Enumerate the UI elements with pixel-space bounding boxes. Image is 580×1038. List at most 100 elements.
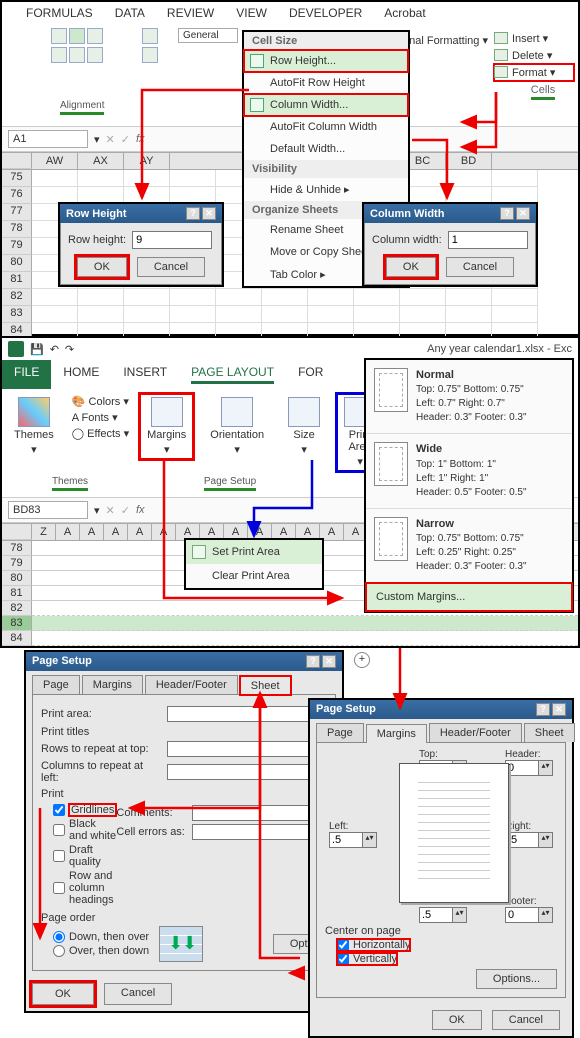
- name-box[interactable]: BD83: [8, 501, 88, 519]
- tab-sheet[interactable]: Sheet: [240, 676, 291, 695]
- help-icon[interactable]: ?: [500, 207, 514, 220]
- menu-col-width[interactable]: Column Width...: [244, 94, 408, 116]
- merge-icon[interactable]: [142, 47, 158, 63]
- tab-file[interactable]: FILE: [2, 360, 51, 389]
- col-header[interactable]: A: [104, 524, 128, 540]
- gridlines-checkbox[interactable]: [53, 804, 65, 816]
- row-header[interactable]: 82: [2, 601, 32, 616]
- close-icon[interactable]: ✕: [552, 703, 566, 716]
- align-top-icon[interactable]: [87, 47, 103, 63]
- align-bottom-icon[interactable]: [51, 47, 67, 63]
- row-header[interactable]: 76: [2, 187, 32, 204]
- rows-repeat-input[interactable]: [167, 741, 327, 757]
- row-header[interactable]: 77: [2, 204, 32, 221]
- tab-developer[interactable]: DEVELOPER: [289, 6, 362, 20]
- tab-header-footer[interactable]: Header/Footer: [429, 723, 522, 742]
- tab-margins[interactable]: Margins: [82, 675, 143, 694]
- new-sheet-icon[interactable]: +: [354, 652, 370, 668]
- set-print-area[interactable]: Set Print Area: [186, 540, 322, 564]
- align-middle-icon[interactable]: [69, 47, 85, 63]
- ok-button[interactable]: OK: [77, 257, 127, 277]
- row-header[interactable]: 75: [2, 170, 32, 187]
- margins-normal[interactable]: NormalTop: 0.75" Bottom: 0.75"Left: 0.7"…: [366, 360, 572, 434]
- tab-formulas-trunc[interactable]: FOR: [286, 360, 335, 389]
- col-header[interactable]: AW: [32, 153, 78, 169]
- help-icon[interactable]: ?: [306, 655, 320, 668]
- row-height-input[interactable]: [132, 231, 212, 249]
- tab-acrobat[interactable]: Acrobat: [384, 6, 425, 20]
- tab-review[interactable]: REVIEW: [167, 6, 214, 20]
- align-center-icon[interactable]: [69, 28, 85, 44]
- row-header[interactable]: 80: [2, 255, 32, 272]
- col-header[interactable]: Z: [32, 524, 56, 540]
- cancel-button[interactable]: Cancel: [104, 983, 172, 1005]
- effects-button[interactable]: ◯ Effects ▾: [72, 427, 129, 440]
- center-horiz-checkbox[interactable]: [337, 939, 349, 951]
- close-icon[interactable]: ✕: [322, 655, 336, 668]
- over-down-radio[interactable]: [53, 945, 65, 957]
- undo-icon[interactable]: ↶: [50, 343, 59, 356]
- footer-input[interactable]: [505, 907, 539, 923]
- clear-print-area[interactable]: Clear Print Area: [186, 564, 322, 588]
- number-format-dropdown[interactable]: General: [178, 28, 238, 43]
- orientation-button[interactable]: Orientation▾: [204, 395, 270, 458]
- right-input[interactable]: [505, 832, 539, 848]
- tab-header-footer[interactable]: Header/Footer: [145, 675, 238, 694]
- close-icon[interactable]: ✕: [516, 207, 530, 220]
- fx-icon[interactable]: fx: [136, 133, 145, 145]
- menu-autofit-row[interactable]: AutoFit Row Height: [244, 72, 408, 94]
- col-header[interactable]: A: [152, 524, 176, 540]
- row-header[interactable]: 84: [2, 631, 32, 646]
- col-header[interactable]: A: [128, 524, 152, 540]
- row-header[interactable]: 83: [2, 616, 32, 631]
- bw-checkbox[interactable]: [53, 824, 65, 836]
- menu-hide-unhide[interactable]: Hide & Unhide ▸: [244, 178, 408, 201]
- cols-repeat-input[interactable]: [167, 764, 327, 780]
- col-header[interactable]: A: [56, 524, 80, 540]
- row-header[interactable]: 78: [2, 541, 32, 556]
- align-right-icon[interactable]: [87, 28, 103, 44]
- cancel-button[interactable]: Cancel: [446, 257, 514, 277]
- header-input[interactable]: [505, 760, 539, 776]
- custom-margins[interactable]: Custom Margins...: [366, 583, 572, 611]
- margins-narrow[interactable]: NarrowTop: 0.75" Bottom: 0.75"Left: 0.25…: [366, 509, 572, 583]
- row-header[interactable]: 81: [2, 586, 32, 601]
- help-icon[interactable]: ?: [186, 207, 200, 220]
- col-header[interactable]: AY: [124, 153, 170, 169]
- fonts-button[interactable]: A Fonts ▾: [72, 411, 129, 424]
- options-button[interactable]: Options...: [476, 969, 557, 989]
- delete-cells-button[interactable]: Delete ▾: [494, 47, 574, 64]
- themes-button[interactable]: Themes▾: [8, 395, 60, 458]
- tab-view[interactable]: VIEW: [236, 6, 267, 20]
- menu-autofit-col[interactable]: AutoFit Column Width: [244, 116, 408, 138]
- tab-page[interactable]: Page: [32, 675, 80, 694]
- headings-checkbox[interactable]: [53, 882, 65, 894]
- insert-cells-button[interactable]: Insert ▾: [494, 30, 574, 47]
- cancel-button[interactable]: Cancel: [492, 1010, 560, 1030]
- col-header[interactable]: BD: [446, 153, 492, 169]
- menu-row-height[interactable]: Row Height...: [244, 50, 408, 72]
- row-header[interactable]: 81: [2, 272, 32, 289]
- tab-home[interactable]: HOME: [51, 360, 111, 389]
- name-box[interactable]: A1: [8, 130, 88, 148]
- row-header[interactable]: 79: [2, 556, 32, 571]
- bottom-input[interactable]: [419, 907, 453, 923]
- cancel-button[interactable]: Cancel: [137, 257, 205, 277]
- redo-icon[interactable]: ↷: [65, 343, 74, 356]
- wrap-text-icon[interactable]: [142, 28, 158, 44]
- center-vert-checkbox[interactable]: [337, 953, 349, 965]
- row-header[interactable]: 78: [2, 221, 32, 238]
- tab-formulas[interactable]: FORMULAS: [26, 6, 93, 20]
- colors-button[interactable]: 🎨 Colors ▾: [72, 395, 129, 408]
- size-button[interactable]: Size▾: [282, 395, 326, 458]
- tab-margins[interactable]: Margins: [366, 724, 427, 743]
- align-left-icon[interactable]: [51, 28, 67, 44]
- ok-button[interactable]: OK: [432, 1010, 482, 1030]
- ok-button[interactable]: OK: [386, 257, 436, 277]
- close-icon[interactable]: ✕: [202, 207, 216, 220]
- draft-checkbox[interactable]: [53, 850, 65, 862]
- margins-wide[interactable]: WideTop: 1" Bottom: 1"Left: 1" Right: 1"…: [366, 434, 572, 508]
- tab-page-layout[interactable]: PAGE LAYOUT: [179, 360, 286, 389]
- save-icon[interactable]: 💾: [30, 343, 44, 356]
- format-cells-button[interactable]: Format ▾: [494, 64, 574, 81]
